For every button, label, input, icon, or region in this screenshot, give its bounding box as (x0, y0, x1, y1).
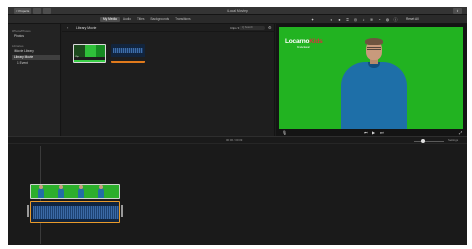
search-input[interactable]: Q Search (239, 26, 265, 30)
presenter-glasses (367, 47, 381, 50)
tab-backgrounds[interactable]: Backgrounds (147, 17, 172, 22)
clip-frame-person (58, 185, 64, 198)
fast-forward-icon[interactable]: ⏭ (380, 130, 384, 135)
clip-used-indicator (74, 60, 105, 62)
logo-highlight-text: Kids (309, 38, 323, 45)
clip-frame-head (59, 185, 63, 189)
tab-audio[interactable]: Audio (120, 17, 134, 22)
clip-used-indicator (111, 61, 145, 63)
clip-frame-head (79, 185, 83, 189)
sidebar-item-library[interactable]: iMovie Library (12, 49, 60, 54)
clip-frame-person (78, 185, 84, 198)
color-correction-icon[interactable]: ● (337, 17, 342, 22)
crop-icon[interactable]: ⌗ (345, 17, 350, 22)
clip-frame (96, 45, 105, 57)
presenter-body (341, 62, 407, 129)
clip-filter-icon[interactable]: ◍ (385, 17, 390, 22)
clip-trim-handle-left[interactable] (27, 205, 29, 217)
clip-frame (85, 45, 96, 57)
fullscreen-icon[interactable]: ⤢ (459, 130, 462, 135)
window-title: iLocal Moviep (227, 9, 248, 13)
gear-icon[interactable]: ⚙ (268, 25, 272, 31)
libraries-sidebar: iPhoto/Photos Photos Libraries iMovie Li… (8, 24, 61, 136)
sidebar-item-library-movie[interactable]: Library Movie (12, 55, 60, 60)
timeline-audio-clip[interactable] (30, 201, 120, 223)
volume-icon[interactable]: ♪ (361, 17, 366, 22)
browser-title: Library Movie (76, 26, 97, 30)
speed-icon[interactable]: ◔ (377, 17, 382, 22)
toolbar: My Media Audio Titles Backgrounds Transi… (8, 15, 467, 24)
logo-main-text: Locarno (285, 38, 310, 45)
sidebar-item-photos[interactable]: Photos (12, 34, 60, 39)
reset-all-button[interactable]: Reset All (406, 17, 419, 22)
timeline-header: 00:06 / 00:09 Settings (8, 137, 467, 144)
logo-subtitle: Kinderkanal (297, 46, 310, 49)
clip-frame-person (98, 185, 104, 198)
timeline: 00:06 / 00:09 Settings (8, 136, 467, 245)
clip-frame-head (39, 185, 43, 189)
audio-waveform (33, 206, 119, 219)
sidebar-heading-libraries: Libraries (12, 44, 24, 48)
clip-trim-handle-right[interactable] (121, 205, 123, 217)
magic-wand-icon[interactable]: ✦ (310, 17, 315, 22)
tab-transitions[interactable]: Transitions (172, 17, 193, 22)
tab-my-media[interactable]: My Media (100, 17, 120, 22)
media-browser: ‹ Library Movie Clips ▾ Q Search ⚙ Clip (62, 24, 275, 136)
sidebar-heading-photos: iPhoto/Photos (12, 29, 31, 33)
clip-label: Clip (75, 56, 79, 58)
tab-titles[interactable]: Titles (134, 17, 148, 22)
noise-reduction-icon[interactable]: ≋ (369, 17, 374, 22)
browser-header: ‹ Library Movie Clips ▾ Q Search ⚙ (62, 24, 275, 32)
stabilization-icon[interactable]: ◎ (353, 17, 358, 22)
video-preview[interactable]: LocarnoKids Kinderkanal (279, 27, 463, 129)
play-icon[interactable]: ▶ (372, 130, 375, 135)
timecode: 00:06 / 00:09 (226, 138, 243, 142)
clip-thumbnail-audio[interactable] (111, 44, 145, 63)
viewer: LocarnoKids Kinderkanal 🎙 ⏮ ▶ ⏭ ⤢ (276, 24, 467, 136)
clip-frame-person (38, 185, 44, 198)
sidebar-item-event[interactable]: 1 Event (12, 61, 60, 66)
audio-waveform (113, 48, 143, 53)
share-button[interactable]: ⇪ (453, 8, 462, 14)
presenter-hair (365, 38, 383, 45)
rewind-icon[interactable]: ⏮ (364, 130, 368, 135)
microphone-icon[interactable]: 🎙 (282, 130, 287, 135)
title-bar: < Projects iLocal Moviep ⇪ (8, 7, 467, 15)
browser-tabs: My Media Audio Titles Backgrounds Transi… (100, 17, 194, 22)
zoom-slider-knob[interactable] (421, 139, 425, 143)
clip-frame-head (99, 185, 103, 189)
clip-thumbnail-video[interactable]: Clip (73, 44, 106, 63)
timeline-settings-button[interactable]: Settings (448, 138, 458, 143)
back-arrow-icon[interactable]: ‹ (67, 25, 68, 31)
logo-overlay: LocarnoKids (285, 38, 323, 45)
info-icon[interactable]: ⓘ (393, 17, 398, 22)
zoom-slider[interactable] (414, 141, 444, 142)
clip-filter-dropdown[interactable]: Clips ▾ (230, 25, 239, 31)
imovie-window: < Projects iLocal Moviep ⇪ My Media Audi… (8, 7, 467, 245)
timeline-video-clip[interactable] (30, 184, 120, 199)
color-balance-icon[interactable]: ◐ (329, 17, 334, 22)
